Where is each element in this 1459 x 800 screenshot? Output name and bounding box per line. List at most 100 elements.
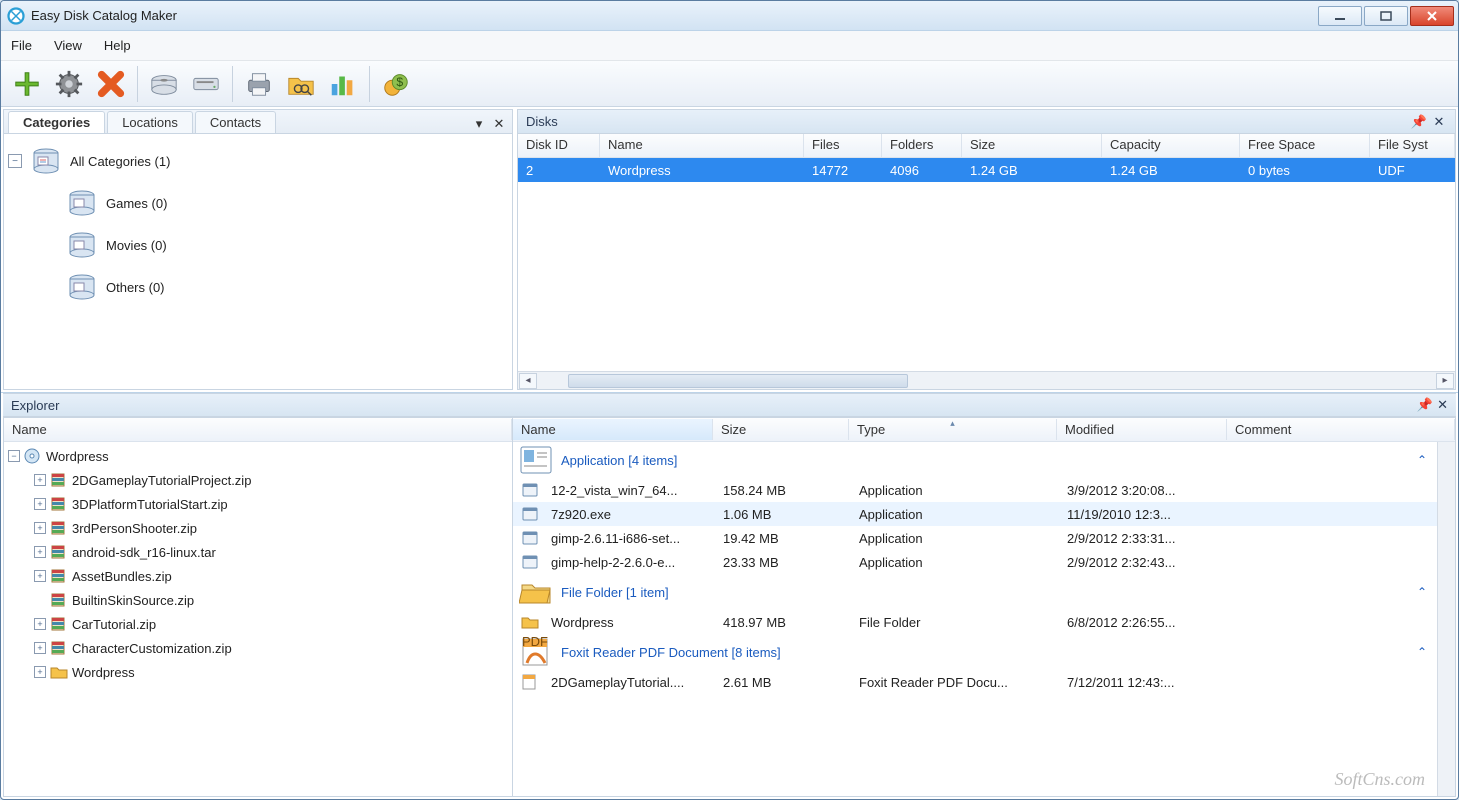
titlebar[interactable]: Easy Disk Catalog Maker <box>1 1 1458 31</box>
tree-item-movies[interactable]: Movies (0) <box>66 224 508 266</box>
close-button[interactable] <box>1410 6 1454 26</box>
minimize-button[interactable] <box>1318 6 1362 26</box>
menu-view[interactable]: View <box>54 38 82 53</box>
collapse-group-icon[interactable]: ⌃ <box>1417 453 1427 467</box>
col-capacity[interactable]: Capacity <box>1102 134 1240 157</box>
add-button[interactable] <box>7 65 47 103</box>
menu-help[interactable]: Help <box>104 38 131 53</box>
col-files[interactable]: Files <box>804 134 882 157</box>
group-folder[interactable]: File Folder [1 item] ⌃ <box>513 574 1455 610</box>
tab-dropdown-icon[interactable]: ▾ <box>470 115 488 133</box>
expand-icon[interactable]: + <box>34 474 46 486</box>
col-size[interactable]: Size <box>713 419 849 440</box>
tree-root[interactable]: − All Categories (1) <box>8 140 508 182</box>
file-row[interactable]: gimp-help-2-2.6.0-e...23.33 MBApplicatio… <box>513 550 1455 574</box>
settings-button[interactable] <box>49 65 89 103</box>
panel-close-icon[interactable]: ✕ <box>1431 114 1447 130</box>
search-folder-button[interactable] <box>281 65 321 103</box>
tree-archive[interactable]: +android-sdk_r16-linux.tar <box>34 540 508 564</box>
panel-tabbar: Categories Locations Contacts ▾ ✕ <box>4 110 512 134</box>
group-pdf[interactable]: PDF Foxit Reader PDF Document [8 items] … <box>513 634 1455 670</box>
scroll-thumb[interactable] <box>568 374 908 388</box>
disks-header[interactable]: Disk ID Name Files Folders Size Capacity… <box>518 134 1455 158</box>
col-freespace[interactable]: Free Space <box>1240 134 1370 157</box>
col-name[interactable]: Name <box>513 419 713 440</box>
col-type[interactable]: ▴Type <box>849 419 1057 440</box>
expand-icon[interactable]: + <box>34 546 46 558</box>
panel-close-icon[interactable]: ✕ <box>1437 397 1448 413</box>
expand-icon[interactable]: + <box>34 522 46 534</box>
file-row[interactable]: Wordpress 418.97 MB File Folder 6/8/2012… <box>513 610 1455 634</box>
file-row[interactable]: 7z920.exe1.06 MBApplication11/19/2010 12… <box>513 502 1455 526</box>
disks-hscroll[interactable]: ◂ ▸ <box>518 371 1455 389</box>
tree-folder[interactable]: + Wordpress <box>34 660 508 684</box>
disks-body[interactable]: 2 Wordpress 14772 4096 1.24 GB 1.24 GB 0… <box>518 158 1455 371</box>
col-comment[interactable]: Comment <box>1227 419 1455 440</box>
scroll-right-icon[interactable]: ▸ <box>1436 373 1454 389</box>
maximize-button[interactable] <box>1364 6 1408 26</box>
file-row[interactable]: 12-2_vista_win7_64...158.24 MBApplicatio… <box>513 478 1455 502</box>
tab-close-icon[interactable]: ✕ <box>490 115 508 133</box>
expand-icon[interactable]: + <box>34 618 46 630</box>
tab-locations[interactable]: Locations <box>107 111 193 133</box>
archive-icon <box>50 616 68 632</box>
svg-text:PDF: PDF <box>522 637 548 649</box>
exe-icon <box>521 554 539 570</box>
group-application[interactable]: Application [4 items] ⌃ <box>513 442 1455 478</box>
pin-icon[interactable]: 📌 <box>1411 114 1427 130</box>
expand-icon[interactable]: + <box>34 570 46 582</box>
col-name[interactable]: Name <box>600 134 804 157</box>
tree-root-disk[interactable]: − Wordpress <box>8 444 508 468</box>
delete-button[interactable] <box>91 65 131 103</box>
file-row[interactable]: 2DGameplayTutorial.... 2.61 MB Foxit Rea… <box>513 670 1455 694</box>
application-group-icon <box>519 445 553 475</box>
folder-icon <box>521 614 539 630</box>
scroll-left-icon[interactable]: ◂ <box>519 373 537 389</box>
collapse-group-icon[interactable]: ⌃ <box>1417 585 1427 599</box>
pin-icon[interactable]: 📌 <box>1417 397 1433 413</box>
stats-button[interactable] <box>323 65 363 103</box>
tab-categories[interactable]: Categories <box>8 111 105 133</box>
exe-icon <box>521 530 539 546</box>
archive-icon <box>50 472 68 488</box>
print-button[interactable] <box>239 65 279 103</box>
collapse-icon[interactable]: − <box>8 450 20 462</box>
archive-icon <box>50 544 68 560</box>
col-diskid[interactable]: Disk ID <box>518 134 600 157</box>
collapse-group-icon[interactable]: ⌃ <box>1417 645 1427 659</box>
category-tree[interactable]: − All Categories (1) Games (0) Movies (0… <box>4 134 512 389</box>
tree-archive[interactable]: +AssetBundles.zip <box>34 564 508 588</box>
tree-item-games[interactable]: Games (0) <box>66 182 508 224</box>
tab-contacts[interactable]: Contacts <box>195 111 276 133</box>
disc-icon <box>24 448 42 464</box>
tree-archive[interactable]: +3rdPersonShooter.zip <box>34 516 508 540</box>
file-list[interactable]: Application [4 items] ⌃ 12-2_vista_win7_… <box>513 442 1455 796</box>
tree-archive[interactable]: +CarTutorial.zip <box>34 612 508 636</box>
collapse-icon[interactable]: − <box>8 154 22 168</box>
filelist-header[interactable]: Name Size ▴Type Modified Comment <box>513 418 1455 442</box>
menu-file[interactable]: File <box>11 38 32 53</box>
col-folders[interactable]: Folders <box>882 134 962 157</box>
filelist-vscroll[interactable] <box>1437 442 1455 796</box>
tree-label: Movies (0) <box>106 238 167 253</box>
tree-item-others[interactable]: Others (0) <box>66 266 508 308</box>
disk-row[interactable]: 2 Wordpress 14772 4096 1.24 GB 1.24 GB 0… <box>518 158 1455 182</box>
tree-archive[interactable]: +CharacterCustomization.zip <box>34 636 508 660</box>
col-size[interactable]: Size <box>962 134 1102 157</box>
explorer-tree[interactable]: − Wordpress +2DGameplayTutorialProject.z… <box>4 442 512 796</box>
tree-archive[interactable]: +3DPlatformTutorialStart.zip <box>34 492 508 516</box>
file-row[interactable]: gimp-2.6.11-i686-set...19.42 MBApplicati… <box>513 526 1455 550</box>
expand-icon[interactable]: + <box>34 666 46 678</box>
pdf-icon <box>521 674 539 690</box>
expand-icon[interactable]: + <box>34 498 46 510</box>
scan-drive-button[interactable] <box>186 65 226 103</box>
col-name[interactable]: Name <box>4 419 512 440</box>
purchase-button[interactable]: $ <box>376 65 416 103</box>
tree-archive[interactable]: +2DGameplayTutorialProject.zip <box>34 468 508 492</box>
expand-icon[interactable]: + <box>34 642 46 654</box>
col-filesystem[interactable]: File Syst <box>1370 134 1455 157</box>
col-modified[interactable]: Modified <box>1057 419 1227 440</box>
categories-panel: Categories Locations Contacts ▾ ✕ − All … <box>3 109 513 390</box>
tree-archive[interactable]: BuiltinSkinSource.zip <box>34 588 508 612</box>
scan-disc-button[interactable] <box>144 65 184 103</box>
